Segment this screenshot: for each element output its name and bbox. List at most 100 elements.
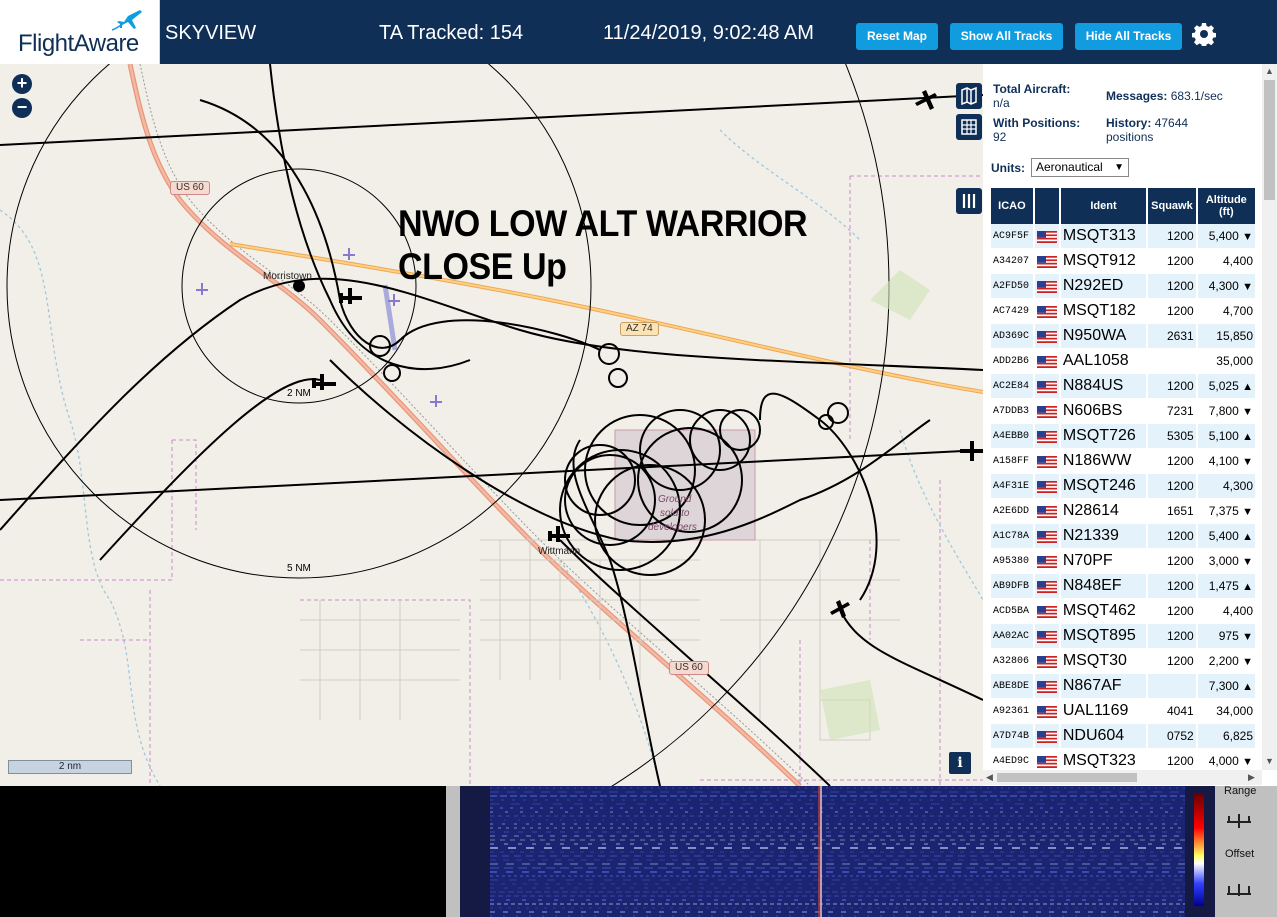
horizontal-scrollbar[interactable]: ◀ ▶ xyxy=(983,770,1262,785)
show-all-tracks-button[interactable]: Show All Tracks xyxy=(950,23,1063,50)
table-row[interactable]: AC7429 MSQT182 1200 4,700 xyxy=(991,299,1255,324)
scroll-up-icon[interactable]: ▲ xyxy=(1265,66,1274,76)
total-aircraft-value: n/a xyxy=(993,96,1010,110)
ident-cell: N606BS xyxy=(1060,399,1147,424)
col-ident[interactable]: Ident xyxy=(1060,188,1147,224)
grid-icon xyxy=(961,119,977,135)
waterfall-display xyxy=(460,786,1215,917)
squawk-cell xyxy=(1148,349,1196,374)
table-row[interactable]: AC2E84 N884US 1200 5,025 ▲ xyxy=(991,374,1255,399)
table-row[interactable]: A2E6DD N28614 1651 7,375 ▼ xyxy=(991,499,1255,524)
flag-cell xyxy=(1034,324,1059,349)
table-row[interactable]: A95380 N70PF 1200 3,000 ▼ xyxy=(991,549,1255,574)
units-select[interactable]: Aeronautical ▼ xyxy=(1031,158,1129,177)
table-row[interactable]: AC9F5F MSQT313 1200 5,400 ▼ xyxy=(991,224,1255,249)
us-flag-icon xyxy=(1036,480,1057,493)
col-altitude[interactable]: Altitude (ft) xyxy=(1197,188,1255,224)
altitude-value: 4,700 xyxy=(1222,304,1253,318)
scroll-right-icon[interactable]: ▶ xyxy=(1248,772,1255,783)
offset-slider[interactable] xyxy=(1225,878,1253,898)
flag-cell xyxy=(1034,349,1059,374)
airfield-label-3: developers xyxy=(648,522,697,533)
altitude-trend-icon: ▲ xyxy=(1242,681,1253,693)
squawk-cell: 1200 xyxy=(1148,374,1196,399)
us-flag-icon xyxy=(1036,405,1057,418)
col-squawk[interactable]: Squawk xyxy=(1148,188,1196,224)
altitude-value: 35,000 xyxy=(1216,354,1253,368)
icao-cell: AB9DFB xyxy=(991,574,1033,599)
icao-cell: A7DDB3 xyxy=(991,399,1033,424)
table-row[interactable]: A1C78A N21339 1200 5,400 ▲ xyxy=(991,524,1255,549)
scroll-down-icon[interactable]: ▼ xyxy=(1265,756,1274,766)
table-row[interactable]: ADD2B6 AAL1058 35,000 xyxy=(991,349,1255,374)
altitude-cell: 5,025 ▲ xyxy=(1197,374,1255,399)
flightaware-logo[interactable]: FlightAware xyxy=(0,0,160,64)
reset-map-button[interactable]: Reset Map xyxy=(856,23,938,50)
table-row[interactable]: A92361 UAL1169 4041 34,000 xyxy=(991,699,1255,724)
icao-cell: A4ED9C xyxy=(991,749,1033,768)
table-row[interactable]: A7D74B NDU604 0752 6,825 xyxy=(991,724,1255,749)
col-icao[interactable]: ICAO xyxy=(991,188,1033,224)
positions-stat: With Positions: 92 xyxy=(993,116,1080,144)
history-label: History: xyxy=(1106,116,1152,130)
flag-cell xyxy=(1034,474,1059,499)
altitude-value: 7,375 xyxy=(1208,504,1239,518)
ident-cell: N28614 xyxy=(1060,499,1147,524)
ident-cell: N70PF xyxy=(1060,549,1147,574)
vertical-scrollbar[interactable]: ▲ ▼ xyxy=(1262,64,1277,770)
units-label: Units: xyxy=(991,161,1025,175)
grid-button[interactable] xyxy=(956,114,982,140)
ident-cell: AAL1058 xyxy=(1060,349,1147,374)
zoom-in-button[interactable]: + xyxy=(12,74,32,94)
datetime: 11/24/2019, 9:02:48 AM xyxy=(603,22,814,44)
vertical-scroll-thumb[interactable] xyxy=(1264,80,1275,200)
altitude-trend-icon: ▼ xyxy=(1242,506,1253,518)
messages-stat: Messages: 683.1/sec xyxy=(1106,89,1223,103)
table-row[interactable]: AA02AC MSQT895 1200 975 ▼ xyxy=(991,624,1255,649)
horizontal-scroll-thumb[interactable] xyxy=(997,773,1137,782)
table-row[interactable]: A7DDB3 N606BS 7231 7,800 ▼ xyxy=(991,399,1255,424)
aircraft-panel: Total Aircraft: n/a With Positions: 92 M… xyxy=(983,64,1277,786)
map-view[interactable]: + − Morristown Wittmann Ground sold to d… xyxy=(0,64,983,786)
toggle-sidebar-button[interactable] xyxy=(956,188,982,214)
town-streets xyxy=(300,539,900,741)
squawk-cell: 1200 xyxy=(1148,574,1196,599)
scroll-left-icon[interactable]: ◀ xyxy=(986,772,993,783)
table-row[interactable]: A32806 MSQT30 1200 2,200 ▼ xyxy=(991,649,1255,674)
spectrum-area: Range Offset xyxy=(0,785,1277,917)
flag-cell xyxy=(1034,524,1059,549)
altitude-value: 1,475 xyxy=(1208,579,1239,593)
table-row[interactable]: AD369C N950WA 2631 15,850 xyxy=(991,324,1255,349)
aircraft-table: ICAO Ident Squawk Altitude (ft) AC9F5F MS… xyxy=(991,188,1257,768)
flag-cell xyxy=(1034,724,1059,749)
info-button[interactable]: i xyxy=(949,752,971,774)
icao-cell: A2FD50 xyxy=(991,274,1033,299)
table-row[interactable]: AB9DFB N848EF 1200 1,475 ▲ xyxy=(991,574,1255,599)
table-row[interactable]: A4EBB0 MSQT726 5305 5,100 ▲ xyxy=(991,424,1255,449)
table-row[interactable]: A34207 MSQT912 1200 4,400 xyxy=(991,249,1255,274)
table-row[interactable]: A2FD50 N292ED 1200 4,300 ▼ xyxy=(991,274,1255,299)
flag-cell xyxy=(1034,649,1059,674)
table-row[interactable]: A4F31E MSQT246 1200 4,300 xyxy=(991,474,1255,499)
icao-cell: A95380 xyxy=(991,549,1033,574)
map-layers-button[interactable] xyxy=(956,83,982,109)
altitude-cell: 34,000 xyxy=(1197,699,1255,724)
gear-icon[interactable] xyxy=(1192,22,1216,46)
hide-all-tracks-button[interactable]: Hide All Tracks xyxy=(1075,23,1182,50)
altitude-trend-icon: ▼ xyxy=(1242,631,1253,643)
zoom-out-button[interactable]: − xyxy=(12,98,32,118)
range-slider[interactable] xyxy=(1225,810,1253,830)
flag-cell xyxy=(1034,574,1059,599)
table-row[interactable]: ACD5BA MSQT462 1200 4,400 xyxy=(991,599,1255,624)
airfield-label-2: sold to xyxy=(660,508,690,519)
squawk-cell: 1200 xyxy=(1148,274,1196,299)
us-flag-icon xyxy=(1036,655,1057,668)
us-flag-icon xyxy=(1036,605,1057,618)
table-row[interactable]: ABE8DE N867AF 7,300 ▲ xyxy=(991,674,1255,699)
place-label-morristown: Morristown xyxy=(263,271,312,282)
table-row[interactable]: A158FF N186WW 1200 4,100 ▼ xyxy=(991,449,1255,474)
col-flag[interactable] xyxy=(1034,188,1059,224)
flag-cell xyxy=(1034,699,1059,724)
squawk-cell: 1200 xyxy=(1148,649,1196,674)
table-row[interactable]: A4ED9C MSQT323 1200 4,000 ▼ xyxy=(991,749,1255,768)
